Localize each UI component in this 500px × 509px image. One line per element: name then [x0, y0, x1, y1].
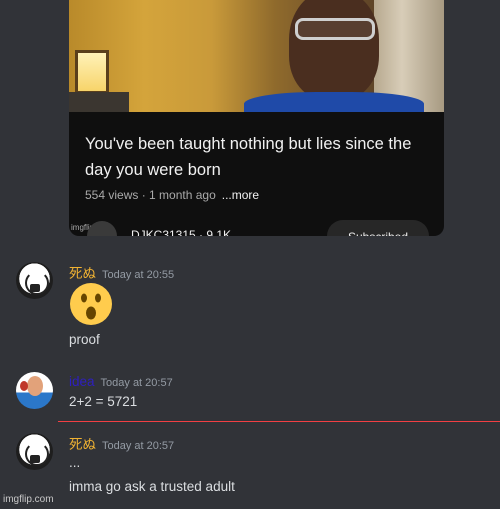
user-avatar-person[interactable]: [16, 372, 53, 409]
imgflip-watermark: imgflip.com: [3, 494, 54, 505]
channel-name[interactable]: DJKC31315 · 9.1K: [131, 228, 231, 236]
username[interactable]: 死ぬ: [69, 437, 96, 452]
thumbnail-person: [289, 0, 379, 100]
video-meta: 554 views · 1 month ago ...more: [85, 188, 259, 202]
timestamp: Today at 20:57: [100, 377, 173, 389]
video-embed[interactable]: You've been taught nothing but lies sinc…: [69, 0, 444, 236]
user-avatar-rage[interactable]: [16, 433, 53, 470]
subscribe-button[interactable]: Subscribed: [327, 220, 429, 236]
username[interactable]: 死ぬ: [69, 266, 96, 281]
more-link[interactable]: ...more: [222, 188, 259, 202]
message-text: proof: [69, 332, 100, 347]
message-text: 2+2 = 5721: [69, 394, 138, 409]
user-avatar-rage[interactable]: [16, 262, 53, 299]
message-header: 死ぬ Today at 20:55: [69, 262, 174, 283]
thumbnail-shirt: [244, 92, 424, 112]
message-text-line-2: imma go ask a trusted adult: [69, 479, 235, 494]
new-messages-divider: [58, 421, 500, 422]
hushed-face-emoji: [69, 282, 113, 326]
timestamp: Today at 20:57: [102, 440, 175, 452]
video-views-age: 554 views · 1 month ago: [85, 188, 216, 202]
message-text-line-1: ...: [69, 455, 81, 470]
video-title[interactable]: You've been taught nothing but lies sinc…: [85, 131, 430, 183]
username[interactable]: idea: [69, 374, 95, 389]
thumbnail-furniture: [69, 92, 129, 112]
timestamp: Today at 20:55: [102, 269, 175, 281]
video-thumbnail[interactable]: [69, 0, 444, 112]
message-header: 死ぬ Today at 20:57: [69, 433, 174, 454]
thumbnail-window: [75, 50, 109, 94]
thumbnail-glasses: [295, 18, 375, 40]
message-header: idea Today at 20:57: [69, 373, 173, 391]
